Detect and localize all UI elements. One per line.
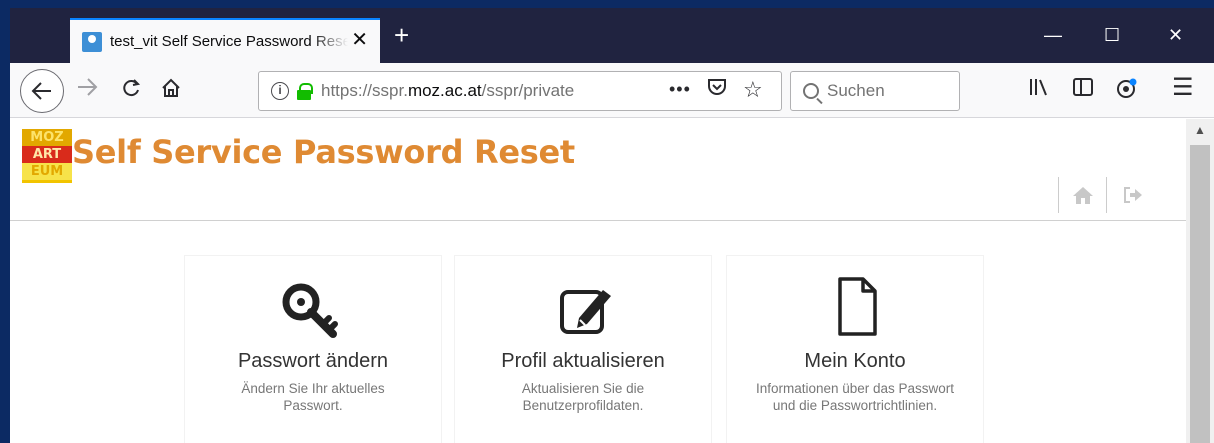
page-title: Self Service Password Reset: [72, 133, 575, 171]
edit-icon: [455, 274, 713, 338]
account-button[interactable]: [1116, 77, 1138, 105]
header-divider: [1106, 177, 1107, 213]
key-icon: [185, 274, 443, 338]
search-bar[interactable]: Suchen: [790, 71, 960, 111]
header-divider: [1058, 177, 1059, 213]
browser-window: test_vit Self Service Password Reset ✕ +…: [10, 8, 1214, 443]
change-password-card[interactable]: Passwort ändern Ändern Sie Ihr aktuelles…: [184, 255, 442, 443]
sidebar-button[interactable]: [1072, 77, 1094, 103]
forward-arrow-icon: [78, 78, 98, 96]
favicon-icon: [82, 31, 102, 52]
reload-icon: [123, 79, 141, 97]
search-icon: [803, 83, 819, 99]
home-icon[interactable]: [1072, 185, 1094, 211]
vertical-scrollbar[interactable]: ▲: [1186, 119, 1214, 443]
card-title: Profil aktualisieren: [501, 350, 665, 372]
navigation-bar: i https://sspr.moz.ac.at/sspr/private ••…: [10, 63, 1214, 118]
card-description: Ändern Sie Ihr aktuelles Passwort.: [241, 381, 385, 413]
card-description: Informationen über das Passwort und die …: [755, 381, 955, 413]
minimize-button[interactable]: —: [1044, 26, 1062, 44]
browser-tab[interactable]: test_vit Self Service Password Reset ✕: [70, 18, 380, 63]
maximize-button[interactable]: ☐: [1104, 26, 1120, 44]
search-placeholder: Suchen: [827, 81, 885, 100]
menu-button[interactable]: ☰: [1172, 75, 1194, 101]
mozarteum-logo[interactable]: MOZ ART EUM: [22, 129, 72, 183]
lock-icon[interactable]: [297, 83, 313, 100]
header-bottom-border: [10, 220, 1186, 221]
home-icon: [162, 78, 180, 97]
url-bar[interactable]: i https://sspr.moz.ac.at/sspr/private ••…: [258, 71, 782, 111]
tab-close-icon[interactable]: ✕: [351, 30, 368, 50]
bookmark-star-icon[interactable]: ☆: [743, 77, 763, 103]
logout-icon[interactable]: [1122, 185, 1144, 211]
home-button[interactable]: [160, 77, 182, 105]
library-icon: [1030, 79, 1047, 96]
site-info-icon[interactable]: i: [271, 82, 289, 100]
forward-button[interactable]: [76, 77, 98, 103]
sidebar-icon: [1073, 78, 1093, 96]
scroll-up-arrow-icon[interactable]: ▲: [1194, 123, 1206, 137]
card-title: Passwort ändern: [237, 350, 389, 372]
back-button[interactable]: [20, 69, 64, 113]
card-description: Aktualisieren Sie die Benutzerprofildate…: [521, 381, 645, 413]
account-icon: [1117, 78, 1137, 98]
back-arrow-icon: [31, 82, 51, 100]
update-profile-card[interactable]: Profil aktualisieren Aktualisieren Sie d…: [454, 255, 712, 443]
card-title: Mein Konto: [804, 350, 906, 372]
library-button[interactable]: [1028, 77, 1050, 103]
my-account-card[interactable]: Mein Konto Informationen über das Passwo…: [726, 255, 984, 443]
reload-button[interactable]: [120, 77, 142, 105]
tab-bar: test_vit Self Service Password Reset ✕ +…: [10, 8, 1214, 63]
pocket-icon[interactable]: [707, 78, 727, 102]
page-actions-button[interactable]: •••: [669, 79, 691, 100]
page-content: MOZ ART EUM Self Service Password Reset: [10, 119, 1186, 443]
new-tab-button[interactable]: +: [394, 22, 409, 48]
close-window-button[interactable]: ✕: [1168, 26, 1183, 44]
tab-title: test_vit Self Service Password Reset: [110, 33, 348, 50]
url-text[interactable]: https://sspr.moz.ac.at/sspr/private: [321, 81, 621, 101]
document-icon: [727, 274, 985, 338]
scroll-thumb[interactable]: [1190, 145, 1210, 443]
